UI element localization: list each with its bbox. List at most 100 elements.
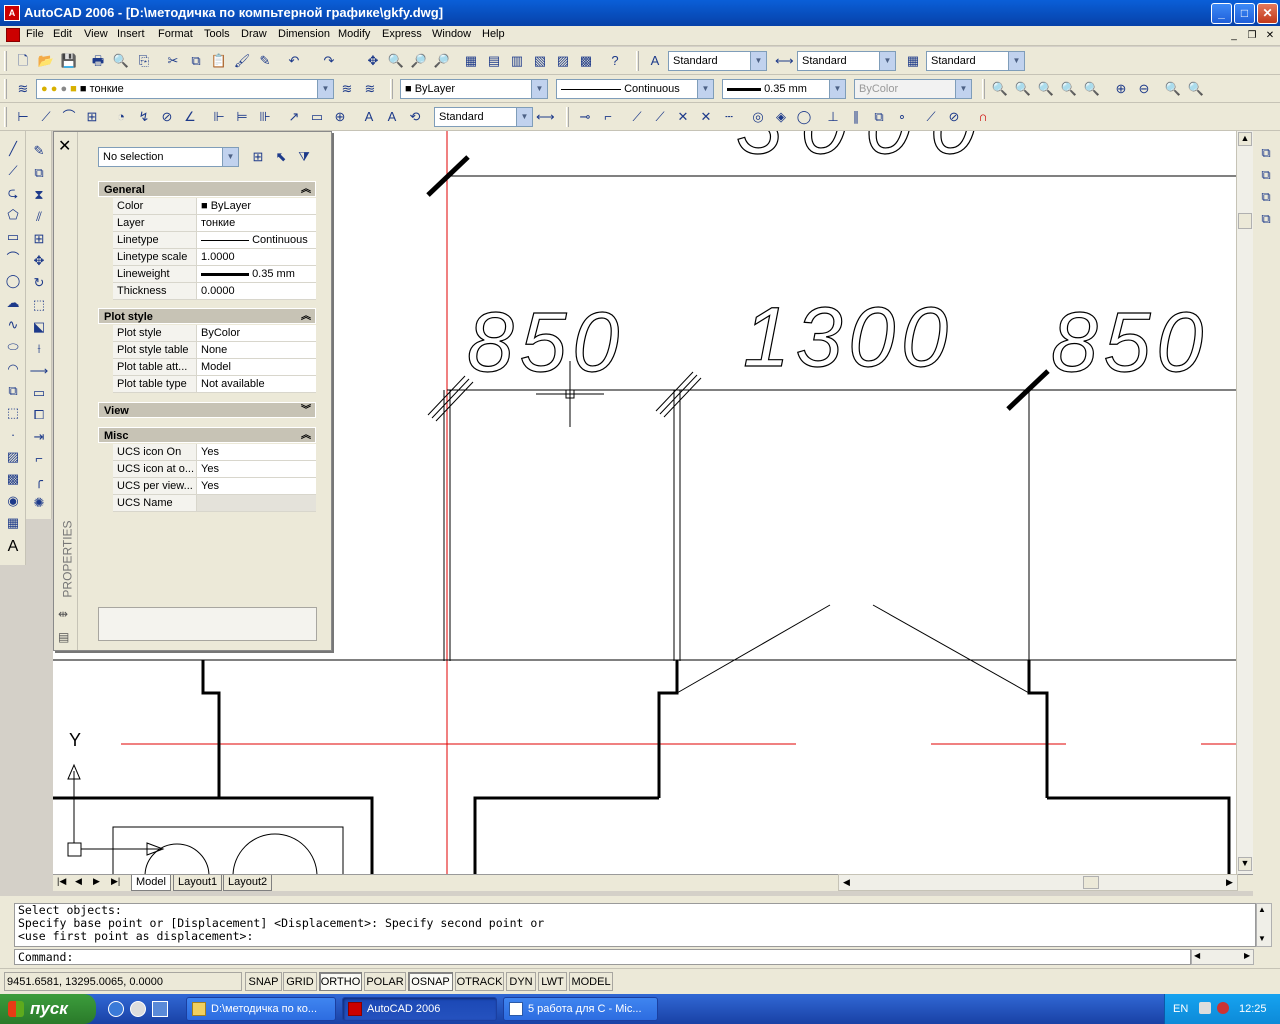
lineweight-combo[interactable]: 0.35 mm ▼ — [722, 79, 846, 99]
grid-toggle[interactable]: GRID — [283, 972, 317, 991]
model-toggle[interactable]: MODEL — [569, 972, 613, 991]
property-row[interactable]: Plot style ByColor — [113, 325, 316, 342]
quick-leader-icon[interactable]: ↗ — [285, 108, 303, 126]
property-value[interactable]: тонкие — [198, 215, 316, 231]
markup-icon[interactable]: ▨ — [554, 52, 572, 70]
hscroll-thumb[interactable] — [1083, 876, 1099, 889]
bring-to-front-icon[interactable]: ⧉ — [1256, 143, 1276, 163]
snap-node-icon[interactable]: ∘ — [893, 108, 911, 126]
section-plot-style[interactable]: Plot style ︽ — [98, 308, 316, 324]
osnap-settings-icon[interactable]: ∩ — [974, 108, 992, 126]
dim-update-icon[interactable]: ⟲ — [406, 108, 424, 126]
calculator-icon[interactable]: ▩ — [577, 52, 595, 70]
expand-icon[interactable]: ︾ — [301, 403, 311, 419]
property-value[interactable]: None — [198, 342, 316, 358]
tab-layout1[interactable]: Layout1 — [173, 875, 223, 891]
tab-layout2[interactable]: Layout2 — [223, 875, 273, 891]
menu-tools[interactable]: Tools — [202, 28, 232, 40]
polygon-icon[interactable]: ⬠ — [3, 205, 23, 225]
pan-icon[interactable]: ✥ — [364, 52, 382, 70]
coordinates-display[interactable]: 9451.6581, 13295.0065, 0.0000 — [4, 972, 242, 991]
property-value[interactable]: ByColor — [198, 325, 316, 341]
property-row[interactable]: Plot table type Not available — [113, 376, 316, 393]
chamfer-icon[interactable]: ⌐ — [29, 449, 49, 469]
dim-style-combo[interactable]: Standard ▼ — [797, 51, 896, 71]
section-misc[interactable]: Misc ︽ — [98, 427, 316, 443]
auto-hide-icon[interactable]: ⇹ — [58, 607, 68, 621]
dim-text-top[interactable]: 3000 — [735, 131, 995, 172]
property-row[interactable]: Color ■ ByLayer — [113, 198, 316, 215]
properties-palette[interactable]: ✕ PROPERTIES ⇹ ▤ No selection ▼ ⊞ ⬉ ⧩ Gen… — [53, 131, 332, 651]
toolbar-grip[interactable] — [4, 51, 7, 71]
chevron-down-icon[interactable]: ▼ — [697, 80, 713, 98]
tray-app-icon[interactable] — [1199, 1002, 1211, 1014]
scroll-down-icon[interactable]: ▼ — [1238, 857, 1252, 871]
cut-icon[interactable]: ✂ — [164, 52, 182, 70]
lwt-toggle[interactable]: LWT — [538, 972, 567, 991]
rotate-icon[interactable]: ↻ — [29, 273, 49, 293]
property-row[interactable]: UCS per view... Yes — [113, 478, 316, 495]
match-properties-icon[interactable]: 🖌 — [233, 52, 251, 70]
property-row[interactable]: Linetype scale 1.0000 — [113, 249, 316, 266]
document-icon[interactable] — [6, 28, 20, 42]
copy-icon[interactable]: ⧉ — [187, 52, 205, 70]
autocad-app-icon[interactable]: A — [4, 5, 20, 21]
dimension-style-icon[interactable]: ⟷ — [536, 108, 555, 126]
explode-icon[interactable]: ✺ — [29, 493, 49, 513]
erase-icon[interactable]: ✎ — [29, 141, 49, 161]
snap-intersection-icon[interactable]: ✕ — [674, 108, 692, 126]
snap-tangent-icon[interactable]: ◯ — [795, 108, 813, 126]
selection-combo[interactable]: No selection ▼ — [98, 147, 239, 167]
layer-freeze-icon[interactable]: ● — [51, 83, 58, 95]
dim-text-edit-icon[interactable]: A — [383, 108, 401, 126]
property-row[interactable]: Thickness 0.0000 — [113, 283, 316, 300]
collapse-icon[interactable]: ︽ — [301, 428, 311, 444]
color-combo[interactable]: ■ ByLayer ▼ — [400, 79, 548, 99]
snap-parallel-icon[interactable]: ∥ — [847, 108, 865, 126]
property-value[interactable] — [198, 495, 316, 511]
angular-dim-icon[interactable]: ∠ — [181, 108, 199, 126]
snap-midpoint-icon[interactable]: ⟋ — [651, 108, 669, 126]
scroll-thumb[interactable] — [1238, 213, 1252, 229]
properties-icon[interactable]: ▦ — [462, 52, 480, 70]
revision-cloud-icon[interactable]: ☁ — [3, 293, 23, 313]
toolbar-grip[interactable] — [4, 107, 7, 127]
publish-icon[interactable]: ⎘ — [135, 52, 153, 70]
sheet-set-icon[interactable]: ▧ — [531, 52, 549, 70]
trim-icon[interactable]: ⟊ — [29, 339, 49, 359]
snap-insert-icon[interactable]: ⧉ — [870, 108, 888, 126]
zoom-center-icon[interactable]: 🔍 — [1060, 80, 1078, 98]
menu-draw[interactable]: Draw — [239, 28, 269, 40]
dim-style-icon[interactable]: ⟷ — [775, 52, 794, 70]
collapse-icon[interactable]: ︽ — [301, 309, 311, 325]
dim-edit-icon[interactable]: A — [360, 108, 378, 126]
stretch-icon[interactable]: ⬕ — [29, 317, 49, 337]
send-under-icon[interactable]: ⧉ — [1256, 209, 1276, 229]
circle-icon[interactable]: ◯ — [3, 271, 23, 291]
dim-text-850[interactable]: 850 — [466, 294, 625, 389]
snap-extension-icon[interactable]: ┄ — [720, 108, 738, 126]
aligned-dim-icon[interactable]: ⟋ — [37, 108, 55, 126]
layer-on-icon[interactable]: ● — [41, 83, 48, 95]
open-icon[interactable]: 📂 — [37, 52, 55, 70]
redo-icon[interactable]: ↷ — [320, 52, 338, 70]
command-hscroll[interactable]: ◀ ▶ — [1191, 949, 1254, 965]
menu-insert[interactable]: Insert — [115, 28, 147, 40]
ordinate-dim-icon[interactable]: ⊞ — [83, 108, 101, 126]
property-value[interactable]: 0.0000 — [198, 283, 316, 299]
polar-toggle[interactable]: POLAR — [364, 972, 406, 991]
prev-tab-icon[interactable]: ◀ — [75, 876, 82, 887]
region-icon[interactable]: ◉ — [3, 491, 23, 511]
paste-icon[interactable]: 📋 — [210, 52, 228, 70]
layer-manager-icon[interactable]: ≋ — [14, 80, 32, 98]
first-tab-icon[interactable]: |◀ — [57, 876, 66, 887]
table-style-icon[interactable]: ▦ — [904, 52, 922, 70]
scroll-down-icon[interactable]: ▼ — [1258, 934, 1266, 943]
scroll-left-icon[interactable]: ◀ — [839, 875, 854, 890]
section-general[interactable]: General ︽ — [98, 181, 316, 197]
gradient-icon[interactable]: ▩ — [3, 469, 23, 489]
break-at-point-icon[interactable]: ▭ — [29, 383, 49, 403]
snap-quadrant-icon[interactable]: ◈ — [772, 108, 790, 126]
snap-none-icon[interactable]: ⊘ — [945, 108, 963, 126]
chevron-down-icon[interactable]: ▼ — [317, 80, 333, 98]
